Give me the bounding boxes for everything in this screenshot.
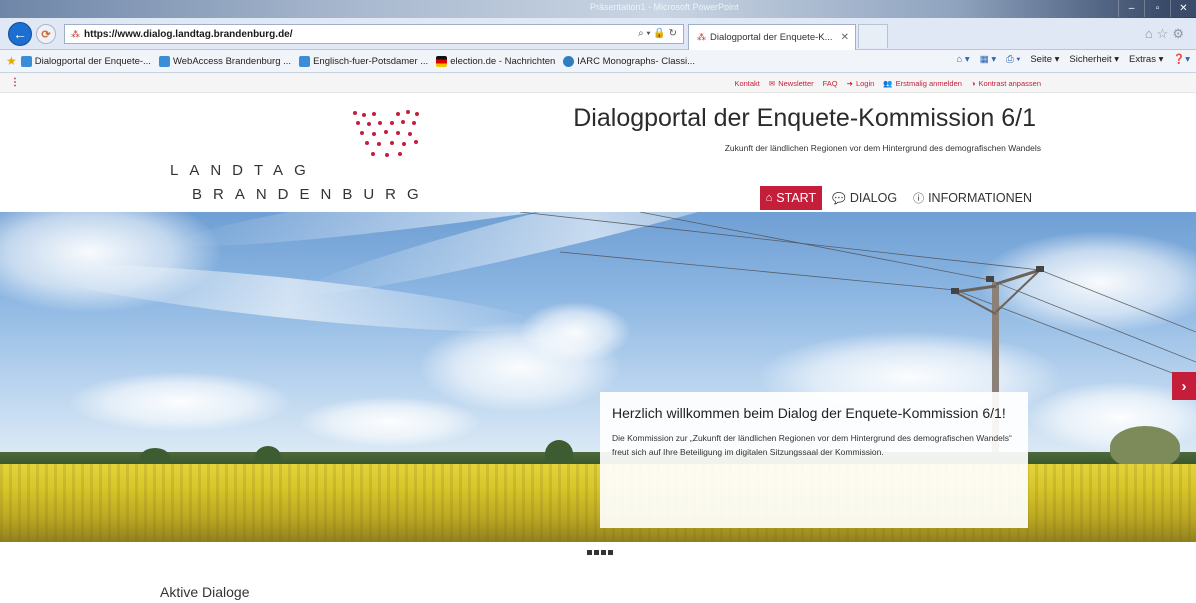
newsletter-link[interactable]: ✉ Newsletter: [769, 79, 814, 88]
url-text: https://www.dialog.landtag.brandenburg.d…: [84, 28, 293, 40]
carousel-indicators: [587, 550, 613, 555]
site-title: Dialogportal der Enquete-Kommission 6/1: [573, 104, 1036, 132]
print-icon[interactable]: ⎙ ▾: [1006, 54, 1020, 65]
ie-page-icon: [299, 55, 311, 67]
window-title: Präsentation1 - Microsoft PowerPoint: [590, 2, 739, 12]
window-titlebar: Präsentation1 - Microsoft PowerPoint – ▫…: [0, 0, 1196, 18]
utility-bar: ⋮ Kontakt ✉ Newsletter FAQ ➜ Login 👥 Erstma…: [0, 73, 1196, 93]
help-icon[interactable]: ❓▾: [1173, 54, 1190, 65]
envelope-icon: ✉: [768, 79, 776, 88]
welcome-text: Die Kommission zur „Zukunft der ländlich…: [612, 433, 1012, 457]
window-controls: – ▫ ✕: [1118, 0, 1196, 18]
sign-in-icon: ➜: [846, 79, 853, 88]
vertical-dots-icon[interactable]: ⋮: [10, 77, 20, 88]
tab-favicon-icon: ⁂: [697, 32, 706, 42]
register-link[interactable]: 👥 Erstmalig anmelden: [883, 79, 962, 88]
nav-item-informationen[interactable]: ⓘ INFORMATIONEN: [907, 186, 1038, 210]
feeds-icon[interactable]: ▦ ▾: [980, 54, 996, 65]
nav-item-dialog[interactable]: 💬 DIALOG: [826, 186, 903, 210]
info-circle-icon: ⓘ: [913, 193, 925, 205]
forward-button[interactable]: ⟳: [36, 24, 56, 44]
home-star-gear-icons[interactable]: ⌂☆⚙: [1145, 26, 1188, 42]
favorites-star-icon[interactable]: ★: [6, 54, 17, 68]
favorites-bar: ★ Dialogportal der Enquete-... WebAccess…: [0, 50, 1196, 73]
nav-item-start[interactable]: ⌂ START: [759, 186, 823, 210]
sicherheit-menu[interactable]: Sicherheit ▾: [1069, 54, 1119, 65]
users-icon: 👥: [883, 79, 893, 88]
address-tools[interactable]: ⌕ ▾ 🔒 ↻: [638, 28, 677, 39]
home-menu-icon[interactable]: ⌂ ▾: [957, 54, 970, 65]
logo-text-brandenburg: BRANDENBURG: [192, 186, 430, 203]
favorite-item[interactable]: election.de - Nachrichten: [436, 55, 555, 67]
browser-tab-active[interactable]: ⁂ Dialogportal der Enquete-K... ✕: [688, 24, 856, 50]
section-heading-aktive-dialoge: Aktive Dialoge: [160, 584, 250, 600]
site-favicon-icon: ⁂: [71, 28, 80, 39]
favorite-item[interactable]: WebAccess Brandenburg ...: [158, 55, 291, 67]
logo-text-landtag: LANDTAG: [170, 162, 317, 179]
tree: [1110, 426, 1180, 468]
carousel-dot[interactable]: [601, 550, 606, 555]
election-flag-icon: [436, 55, 448, 67]
carousel-dot[interactable]: [587, 550, 592, 555]
site-subtitle: Zukunft der ländlichen Regionen vor dem …: [724, 143, 1041, 153]
faq-link[interactable]: FAQ: [823, 79, 838, 88]
kontakt-link[interactable]: Kontakt: [734, 79, 759, 88]
utility-links: Kontakt ✉ Newsletter FAQ ➜ Login 👥 Erstmali…: [734, 79, 1041, 88]
address-bar[interactable]: ⁂ https://www.dialog.landtag.brandenburg…: [64, 24, 684, 44]
seite-menu[interactable]: Seite ▾: [1030, 54, 1059, 65]
new-tab-button[interactable]: [858, 24, 888, 48]
carousel-dot[interactable]: [594, 550, 599, 555]
tab-close-icon[interactable]: ✕: [841, 32, 849, 43]
extras-menu[interactable]: Extras ▾: [1129, 54, 1163, 65]
main-navigation: ⌂ START 💬 DIALOG ⓘ INFORMATIONEN: [756, 186, 1038, 210]
logo-dot-cluster-icon: [353, 110, 419, 157]
iarc-globe-icon: [563, 55, 575, 67]
command-bar: ⌂ ▾ ▦ ▾ ⎙ ▾ Seite ▾ Sicherheit ▾ Extras …: [957, 54, 1190, 65]
home-icon: ⌂: [765, 192, 773, 204]
login-link[interactable]: ➜ Login: [847, 79, 875, 88]
favorite-item[interactable]: Englisch-fuer-Potsdamer ...: [299, 55, 428, 67]
carousel-next-button[interactable]: ›: [1172, 372, 1196, 400]
favorite-item[interactable]: IARC Monographs- Classi...: [563, 55, 695, 67]
maximize-icon[interactable]: ▫: [1144, 0, 1170, 17]
contrast-icon: ◑: [970, 79, 976, 88]
minimize-icon[interactable]: –: [1118, 0, 1144, 17]
carousel-dot[interactable]: [608, 550, 613, 555]
favorite-item[interactable]: Dialogportal der Enquete-...: [20, 55, 151, 67]
comments-icon: 💬: [832, 192, 846, 205]
welcome-card: Herzlich willkommen beim Dialog der Enqu…: [600, 392, 1028, 528]
tab-title: Dialogportal der Enquete-K...: [710, 32, 833, 43]
welcome-heading: Herzlich willkommen beim Dialog der Enqu…: [612, 405, 1006, 421]
back-button[interactable]: ←: [8, 22, 32, 46]
contrast-link[interactable]: ◑ Kontrast anpassen: [971, 79, 1041, 88]
ie-page-icon: [158, 55, 170, 67]
landtag-logo[interactable]: LANDTAG BRANDENBURG: [170, 110, 450, 206]
close-window-icon[interactable]: ✕: [1170, 0, 1196, 17]
ie-page-icon: [20, 55, 32, 67]
address-row: ← ⟳ ⁂ https://www.dialog.landtag.branden…: [0, 18, 1196, 50]
